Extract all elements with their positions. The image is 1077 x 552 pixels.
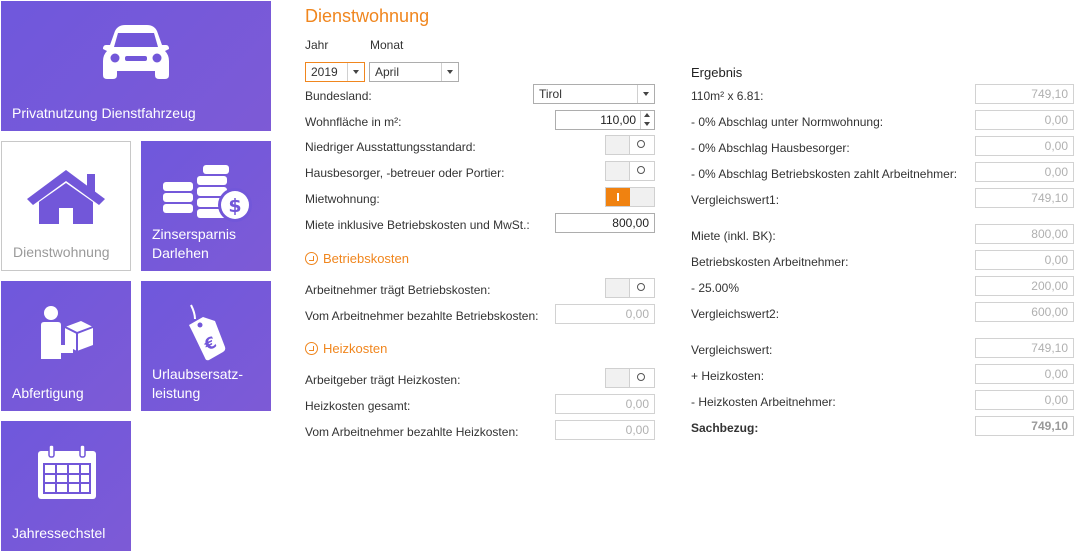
niedriger-ausstattung-label: Niedriger Ausstattungsstandard: bbox=[305, 140, 476, 154]
result-row-value: 200,00 bbox=[975, 276, 1074, 296]
toggle-on-icon bbox=[606, 188, 630, 206]
hausbesorger-toggle[interactable] bbox=[605, 161, 655, 181]
person-box-icon bbox=[41, 306, 94, 359]
result-row-value: 600,00 bbox=[975, 302, 1074, 322]
tile-label: Abfertigung bbox=[12, 385, 84, 401]
mietwohnung-label: Mietwohnung: bbox=[305, 192, 380, 206]
result-row-label: - 0% Abschlag unter Normwohnung: bbox=[691, 115, 884, 129]
an-traegt-bk-label: Arbeitnehmer trägt Betriebskosten: bbox=[305, 283, 491, 297]
section-title: Betriebskosten bbox=[323, 251, 409, 266]
wohnflaeche-label: Wohnfläche in m²: bbox=[305, 115, 402, 129]
jahr-select-value: 2019 bbox=[311, 65, 338, 79]
result-row-label: - 0% Abschlag Hausbesorger: bbox=[691, 141, 850, 155]
result-heading: Ergebnis bbox=[691, 65, 743, 80]
mietwohnung-toggle[interactable] bbox=[605, 187, 655, 207]
result-row-label: - 25.00% bbox=[691, 281, 740, 295]
sachbezug-value: 749,10 bbox=[975, 416, 1074, 436]
an-bezahlte-hk-label: Vom Arbeitnehmer bezahlte Heizkosten: bbox=[305, 425, 519, 439]
house-icon bbox=[27, 170, 105, 224]
collapse-arrow-icon bbox=[305, 252, 318, 265]
calendar-icon bbox=[38, 444, 96, 499]
hk-gesamt-label: Heizkosten gesamt: bbox=[305, 399, 411, 413]
result-row-label: Vergleichswert: bbox=[691, 343, 773, 357]
miete-input[interactable]: 800,00 bbox=[555, 213, 655, 233]
hk-gesamt-value: 0,00 bbox=[625, 397, 649, 411]
an-bezahlte-hk-input[interactable]: 0,00 bbox=[555, 420, 655, 440]
heizkosten-section-header[interactable]: Heizkosten bbox=[305, 341, 387, 356]
chevron-down-icon bbox=[347, 63, 364, 81]
car-icon bbox=[103, 25, 169, 79]
monat-select-value: April bbox=[375, 65, 400, 79]
an-bezahlte-bk-label: Vom Arbeitnehmer bezahlte Betriebskosten… bbox=[305, 309, 539, 323]
tile-privatnutzung-dienstfahrzeug[interactable]: Privatnutzung Dienstfahrzeug bbox=[1, 1, 271, 131]
coins-icon: $ bbox=[163, 165, 252, 222]
tile-zinsersparnis-darlehen[interactable]: $ Zinsersparnis Darlehen bbox=[141, 141, 271, 271]
ag-traegt-hk-label: Arbeitgeber trägt Heizkosten: bbox=[305, 373, 461, 387]
tile-label: Privatnutzung Dienstfahrzeug bbox=[12, 105, 196, 121]
miete-label: Miete inklusive Betriebskosten und MwSt.… bbox=[305, 218, 530, 232]
tile-label: Dienstwohnung bbox=[13, 244, 110, 260]
toggle-knob-icon bbox=[629, 279, 654, 297]
an-bezahlte-bk-input[interactable]: 0,00 bbox=[555, 304, 655, 324]
monat-select[interactable]: April bbox=[369, 62, 459, 82]
jahr-label: Jahr bbox=[305, 38, 329, 52]
an-bezahlte-hk-value: 0,00 bbox=[625, 423, 649, 437]
collapse-arrow-icon bbox=[305, 342, 318, 355]
result-row-label: - Heizkosten Arbeitnehmer: bbox=[691, 395, 836, 409]
result-row-label: Vergleichswert1: bbox=[691, 193, 780, 207]
svg-text:$: $ bbox=[228, 195, 241, 217]
result-row-label: - 0% Abschlag Betriebskosten zahlt Arbei… bbox=[691, 167, 958, 181]
miete-value: 800,00 bbox=[612, 216, 649, 230]
bundesland-select-value: Tirol bbox=[539, 87, 562, 101]
toggle-knob-icon bbox=[629, 369, 654, 387]
result-row-value: 749,10 bbox=[975, 338, 1074, 358]
niedriger-ausstattung-toggle[interactable] bbox=[605, 135, 655, 155]
tile-dienstwohnung[interactable]: Dienstwohnung bbox=[1, 141, 131, 271]
euro-tag-icon: € bbox=[189, 304, 226, 361]
result-row-value: 0,00 bbox=[975, 162, 1074, 182]
result-row-value: 800,00 bbox=[975, 224, 1074, 244]
monat-label: Monat bbox=[370, 38, 404, 52]
tile-abfertigung[interactable]: Abfertigung bbox=[1, 281, 131, 411]
page-title: Dienstwohnung bbox=[305, 6, 430, 26]
wohnflaeche-stepper[interactable]: 110,00 bbox=[555, 110, 655, 130]
result-row-value: 749,10 bbox=[975, 84, 1074, 104]
result-row-value: 0,00 bbox=[975, 110, 1074, 130]
result-row-label: Betriebskosten Arbeitnehmer: bbox=[691, 255, 849, 269]
hausbesorger-label: Hausbesorger, -betreuer oder Portier: bbox=[305, 166, 505, 180]
an-bezahlte-bk-value: 0,00 bbox=[625, 307, 649, 321]
bundesland-label: Bundesland: bbox=[305, 89, 372, 103]
result-row-label: Miete (inkl. BK): bbox=[691, 229, 776, 243]
result-row-value: 0,00 bbox=[975, 390, 1074, 410]
hk-gesamt-input[interactable]: 0,00 bbox=[555, 394, 655, 414]
tile-label: Jahressechstel bbox=[12, 525, 106, 541]
result-row-label: + Heizkosten: bbox=[691, 369, 765, 383]
wohnflaeche-value: 110,00 bbox=[600, 113, 636, 127]
result-row-label: 110m² x 6.81: bbox=[691, 89, 764, 103]
bundesland-select[interactable]: Tirol bbox=[533, 84, 655, 104]
result-row-value: 0,00 bbox=[975, 364, 1074, 384]
section-title: Heizkosten bbox=[323, 341, 388, 356]
result-row-value: 749,10 bbox=[975, 188, 1074, 208]
result-row-label: Vergleichswert2: bbox=[691, 307, 780, 321]
toggle-knob-icon bbox=[629, 162, 654, 180]
tile-jahressechstel[interactable]: Jahressechstel bbox=[1, 421, 131, 551]
chevron-down-icon bbox=[441, 63, 458, 81]
spin-arrows-icon[interactable] bbox=[640, 111, 654, 129]
sachbezug-label: Sachbezug: bbox=[691, 421, 759, 435]
betriebskosten-section-header[interactable]: Betriebskosten bbox=[305, 251, 409, 266]
ag-traegt-hk-toggle[interactable] bbox=[605, 368, 655, 388]
an-traegt-bk-toggle[interactable] bbox=[605, 278, 655, 298]
toggle-knob-icon bbox=[629, 136, 654, 154]
tile-label: Urlaubsersatz- leistung bbox=[152, 366, 244, 401]
tile-urlaubsersatzleistung[interactable]: € Urlaubsersatz- leistung bbox=[141, 281, 271, 411]
chevron-down-icon bbox=[637, 85, 654, 103]
tile-label: Zinsersparnis Darlehen bbox=[152, 226, 237, 261]
jahr-select[interactable]: 2019 bbox=[305, 62, 365, 82]
result-row-value: 0,00 bbox=[975, 136, 1074, 156]
result-row-value: 0,00 bbox=[975, 250, 1074, 270]
